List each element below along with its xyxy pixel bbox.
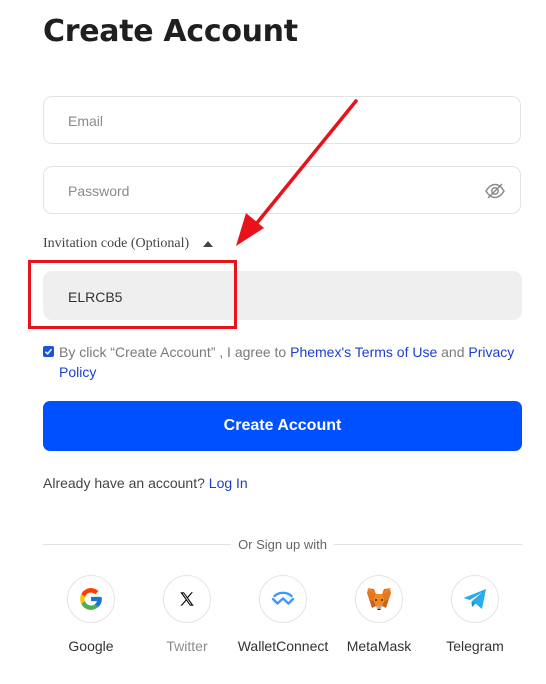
page-title: Create Account [43, 14, 298, 49]
log-in-link[interactable]: Log In [209, 475, 248, 491]
email-field[interactable] [66, 97, 470, 145]
or-divider: Or Sign up with [43, 536, 522, 552]
password-field[interactable] [66, 167, 470, 215]
terms-checkbox[interactable] [43, 346, 54, 357]
google-label: Google [68, 638, 114, 654]
email-field-container[interactable] [43, 96, 521, 145]
metamask-button-circle[interactable] [355, 575, 403, 623]
telegram-button-circle[interactable] [451, 575, 499, 623]
checkmark-icon [44, 348, 53, 355]
telegram-signup-button[interactable]: Telegram [420, 575, 530, 654]
telegram-label: Telegram [446, 638, 504, 654]
metamask-signup-button[interactable]: MetaMask [324, 575, 434, 654]
agreement-text: By click “Create Account” , I agree to [59, 344, 291, 360]
metamask-fox-icon [367, 588, 391, 610]
walletconnect-signup-button[interactable]: WalletConnect [228, 575, 338, 654]
google-icon [80, 588, 102, 610]
login-prompt: Already have an account? Log In [43, 475, 248, 491]
password-field-container[interactable] [43, 166, 521, 215]
create-account-button[interactable]: Create Account [43, 401, 522, 451]
twitter-button-circle[interactable] [163, 575, 211, 623]
x-icon [180, 592, 194, 606]
caret-up-icon [203, 241, 214, 247]
metamask-label: MetaMask [346, 638, 412, 654]
invitation-code-label: Invitation code (Optional) [43, 236, 190, 251]
divider-line-left [43, 543, 232, 545]
social-signup-row: Google Twitter WalletConnect MetaMask Te… [0, 575, 546, 665]
invitation-code-toggle[interactable]: Invitation code (Optional) [43, 235, 214, 253]
twitter-signup-button[interactable]: Twitter [132, 575, 242, 654]
eye-hidden-icon[interactable] [484, 180, 506, 202]
terms-of-use-link[interactable]: Phemex's Terms of Use [290, 344, 437, 360]
agreement-and-text: and [437, 344, 469, 360]
google-signup-button[interactable]: Google [36, 575, 146, 654]
twitter-label: Twitter [166, 638, 208, 654]
or-sign-up-with-text: Or Sign up with [238, 536, 327, 552]
walletconnect-label: WalletConnect [237, 638, 329, 654]
invitation-code-field-container[interactable] [43, 271, 522, 322]
invitation-code-field[interactable] [66, 271, 470, 322]
login-prompt-text: Already have an account? [43, 475, 209, 491]
divider-line-right [333, 543, 522, 545]
terms-agreement: By click “Create Account” , I agree to P… [43, 342, 523, 382]
telegram-icon [463, 589, 486, 609]
walletconnect-button-circle[interactable] [259, 575, 307, 623]
google-button-circle[interactable] [67, 575, 115, 623]
walletconnect-icon [271, 591, 295, 605]
